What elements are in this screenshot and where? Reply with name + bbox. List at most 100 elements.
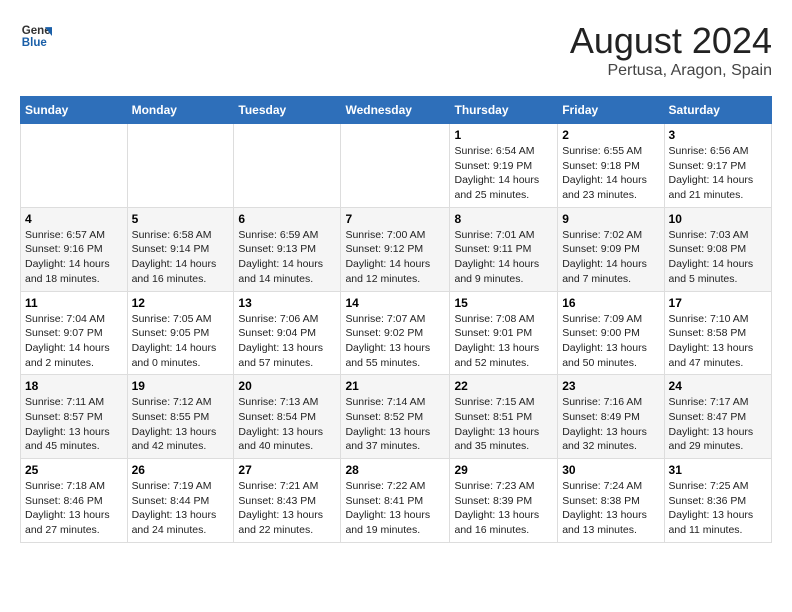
day-info: Sunrise: 6:59 AMSunset: 9:13 PMDaylight:… bbox=[238, 228, 336, 287]
week-row-4: 18 Sunrise: 7:11 AMSunset: 8:57 PMDayligh… bbox=[21, 375, 772, 459]
day-info: Sunrise: 6:55 AMSunset: 9:18 PMDaylight:… bbox=[562, 144, 659, 203]
page-title: August 2024 bbox=[570, 20, 772, 62]
day-cell bbox=[234, 124, 341, 208]
day-cell bbox=[21, 124, 128, 208]
day-cell: 9 Sunrise: 7:02 AMSunset: 9:09 PMDaylight… bbox=[558, 207, 664, 291]
day-number: 16 bbox=[562, 296, 659, 310]
day-cell: 5 Sunrise: 6:58 AMSunset: 9:14 PMDaylight… bbox=[127, 207, 234, 291]
day-info: Sunrise: 7:11 AMSunset: 8:57 PMDaylight:… bbox=[25, 395, 123, 454]
day-cell: 8Sunrise: 7:01 AMSunset: 9:11 PMDaylight… bbox=[450, 207, 558, 291]
day-number: 30 bbox=[562, 463, 659, 477]
day-cell: 29 Sunrise: 7:23 AMSunset: 8:39 PMDayligh… bbox=[450, 459, 558, 543]
svg-text:Blue: Blue bbox=[22, 37, 48, 49]
logo-icon: General Blue bbox=[20, 20, 52, 52]
day-info: Sunrise: 6:58 AMSunset: 9:14 PMDaylight:… bbox=[132, 228, 230, 287]
day-cell: 3 Sunrise: 6:56 AMSunset: 9:17 PMDaylight… bbox=[664, 124, 771, 208]
day-number: 27 bbox=[238, 463, 336, 477]
day-info: Sunrise: 7:08 AMSunset: 9:01 PMDaylight:… bbox=[454, 312, 553, 371]
col-header-tuesday: Tuesday bbox=[234, 97, 341, 124]
day-cell: 7 Sunrise: 7:00 AMSunset: 9:12 PMDaylight… bbox=[341, 207, 450, 291]
day-cell: 27 Sunrise: 7:21 AMSunset: 8:43 PMDayligh… bbox=[234, 459, 341, 543]
day-cell: 20 Sunrise: 7:13 AMSunset: 8:54 PMDayligh… bbox=[234, 375, 341, 459]
day-number: 11 bbox=[25, 296, 123, 310]
week-row-3: 11 Sunrise: 7:04 AMSunset: 9:07 PMDayligh… bbox=[21, 291, 772, 375]
day-info: Sunrise: 7:10 AMSunset: 8:58 PMDaylight:… bbox=[669, 312, 767, 371]
day-cell: 1Sunrise: 6:54 AMSunset: 9:19 PMDaylight… bbox=[450, 124, 558, 208]
day-info: Sunrise: 7:03 AMSunset: 9:08 PMDaylight:… bbox=[669, 228, 767, 287]
day-number: 14 bbox=[345, 296, 445, 310]
day-info: Sunrise: 7:15 AMSunset: 8:51 PMDaylight:… bbox=[454, 395, 553, 454]
day-number: 25 bbox=[25, 463, 123, 477]
day-number: 4 bbox=[25, 212, 123, 226]
col-header-wednesday: Wednesday bbox=[341, 97, 450, 124]
day-info: Sunrise: 7:09 AMSunset: 9:00 PMDaylight:… bbox=[562, 312, 659, 371]
day-info: Sunrise: 7:13 AMSunset: 8:54 PMDaylight:… bbox=[238, 395, 336, 454]
day-info: Sunrise: 7:22 AMSunset: 8:41 PMDaylight:… bbox=[345, 479, 445, 538]
day-number: 2 bbox=[562, 128, 659, 142]
day-number: 3 bbox=[669, 128, 767, 142]
day-number: 5 bbox=[132, 212, 230, 226]
day-info: Sunrise: 7:02 AMSunset: 9:09 PMDaylight:… bbox=[562, 228, 659, 287]
day-number: 22 bbox=[454, 379, 553, 393]
day-info: Sunrise: 6:56 AMSunset: 9:17 PMDaylight:… bbox=[669, 144, 767, 203]
day-cell bbox=[127, 124, 234, 208]
day-number: 13 bbox=[238, 296, 336, 310]
day-info: Sunrise: 7:19 AMSunset: 8:44 PMDaylight:… bbox=[132, 479, 230, 538]
day-cell: 28Sunrise: 7:22 AMSunset: 8:41 PMDayligh… bbox=[341, 459, 450, 543]
day-info: Sunrise: 6:57 AMSunset: 9:16 PMDaylight:… bbox=[25, 228, 123, 287]
col-header-saturday: Saturday bbox=[664, 97, 771, 124]
day-info: Sunrise: 7:17 AMSunset: 8:47 PMDaylight:… bbox=[669, 395, 767, 454]
day-cell: 23Sunrise: 7:16 AMSunset: 8:49 PMDayligh… bbox=[558, 375, 664, 459]
header-row: SundayMondayTuesdayWednesdayThursdayFrid… bbox=[21, 97, 772, 124]
day-number: 21 bbox=[345, 379, 445, 393]
col-header-thursday: Thursday bbox=[450, 97, 558, 124]
day-number: 9 bbox=[562, 212, 659, 226]
day-cell: 16 Sunrise: 7:09 AMSunset: 9:00 PMDayligh… bbox=[558, 291, 664, 375]
day-cell: 6 Sunrise: 6:59 AMSunset: 9:13 PMDaylight… bbox=[234, 207, 341, 291]
day-cell: 15 Sunrise: 7:08 AMSunset: 9:01 PMDayligh… bbox=[450, 291, 558, 375]
day-cell: 4 Sunrise: 6:57 AMSunset: 9:16 PMDaylight… bbox=[21, 207, 128, 291]
day-info: Sunrise: 7:18 AMSunset: 8:46 PMDaylight:… bbox=[25, 479, 123, 538]
day-cell: 13 Sunrise: 7:06 AMSunset: 9:04 PMDayligh… bbox=[234, 291, 341, 375]
day-cell: 22 Sunrise: 7:15 AMSunset: 8:51 PMDayligh… bbox=[450, 375, 558, 459]
week-row-2: 4 Sunrise: 6:57 AMSunset: 9:16 PMDaylight… bbox=[21, 207, 772, 291]
day-info: Sunrise: 7:05 AMSunset: 9:05 PMDaylight:… bbox=[132, 312, 230, 371]
col-header-friday: Friday bbox=[558, 97, 664, 124]
day-cell: 18 Sunrise: 7:11 AMSunset: 8:57 PMDayligh… bbox=[21, 375, 128, 459]
day-number: 7 bbox=[345, 212, 445, 226]
day-number: 31 bbox=[669, 463, 767, 477]
day-number: 20 bbox=[238, 379, 336, 393]
day-cell: 24Sunrise: 7:17 AMSunset: 8:47 PMDayligh… bbox=[664, 375, 771, 459]
day-cell: 21Sunrise: 7:14 AMSunset: 8:52 PMDayligh… bbox=[341, 375, 450, 459]
day-cell: 25 Sunrise: 7:18 AMSunset: 8:46 PMDayligh… bbox=[21, 459, 128, 543]
title-area: August 2024 Pertusa, Aragon, Spain bbox=[570, 20, 772, 80]
logo: General Blue bbox=[20, 20, 52, 52]
day-cell: 19Sunrise: 7:12 AMSunset: 8:55 PMDayligh… bbox=[127, 375, 234, 459]
day-number: 10 bbox=[669, 212, 767, 226]
day-info: Sunrise: 7:21 AMSunset: 8:43 PMDaylight:… bbox=[238, 479, 336, 538]
day-cell: 10 Sunrise: 7:03 AMSunset: 9:08 PMDayligh… bbox=[664, 207, 771, 291]
day-info: Sunrise: 6:54 AMSunset: 9:19 PMDaylight:… bbox=[454, 144, 553, 203]
day-number: 29 bbox=[454, 463, 553, 477]
day-info: Sunrise: 7:07 AMSunset: 9:02 PMDaylight:… bbox=[345, 312, 445, 371]
day-info: Sunrise: 7:23 AMSunset: 8:39 PMDaylight:… bbox=[454, 479, 553, 538]
day-number: 15 bbox=[454, 296, 553, 310]
day-info: Sunrise: 7:06 AMSunset: 9:04 PMDaylight:… bbox=[238, 312, 336, 371]
day-cell: 26 Sunrise: 7:19 AMSunset: 8:44 PMDayligh… bbox=[127, 459, 234, 543]
day-number: 17 bbox=[669, 296, 767, 310]
day-number: 12 bbox=[132, 296, 230, 310]
day-cell: 31 Sunrise: 7:25 AMSunset: 8:36 PMDayligh… bbox=[664, 459, 771, 543]
day-info: Sunrise: 7:01 AMSunset: 9:11 PMDaylight:… bbox=[454, 228, 553, 287]
day-number: 6 bbox=[238, 212, 336, 226]
day-info: Sunrise: 7:04 AMSunset: 9:07 PMDaylight:… bbox=[25, 312, 123, 371]
day-number: 18 bbox=[25, 379, 123, 393]
day-info: Sunrise: 7:25 AMSunset: 8:36 PMDaylight:… bbox=[669, 479, 767, 538]
day-info: Sunrise: 7:12 AMSunset: 8:55 PMDaylight:… bbox=[132, 395, 230, 454]
day-cell: 14 Sunrise: 7:07 AMSunset: 9:02 PMDayligh… bbox=[341, 291, 450, 375]
week-row-5: 25 Sunrise: 7:18 AMSunset: 8:46 PMDayligh… bbox=[21, 459, 772, 543]
day-number: 26 bbox=[132, 463, 230, 477]
day-info: Sunrise: 7:16 AMSunset: 8:49 PMDaylight:… bbox=[562, 395, 659, 454]
day-cell bbox=[341, 124, 450, 208]
week-row-1: 1Sunrise: 6:54 AMSunset: 9:19 PMDaylight… bbox=[21, 124, 772, 208]
day-info: Sunrise: 7:00 AMSunset: 9:12 PMDaylight:… bbox=[345, 228, 445, 287]
